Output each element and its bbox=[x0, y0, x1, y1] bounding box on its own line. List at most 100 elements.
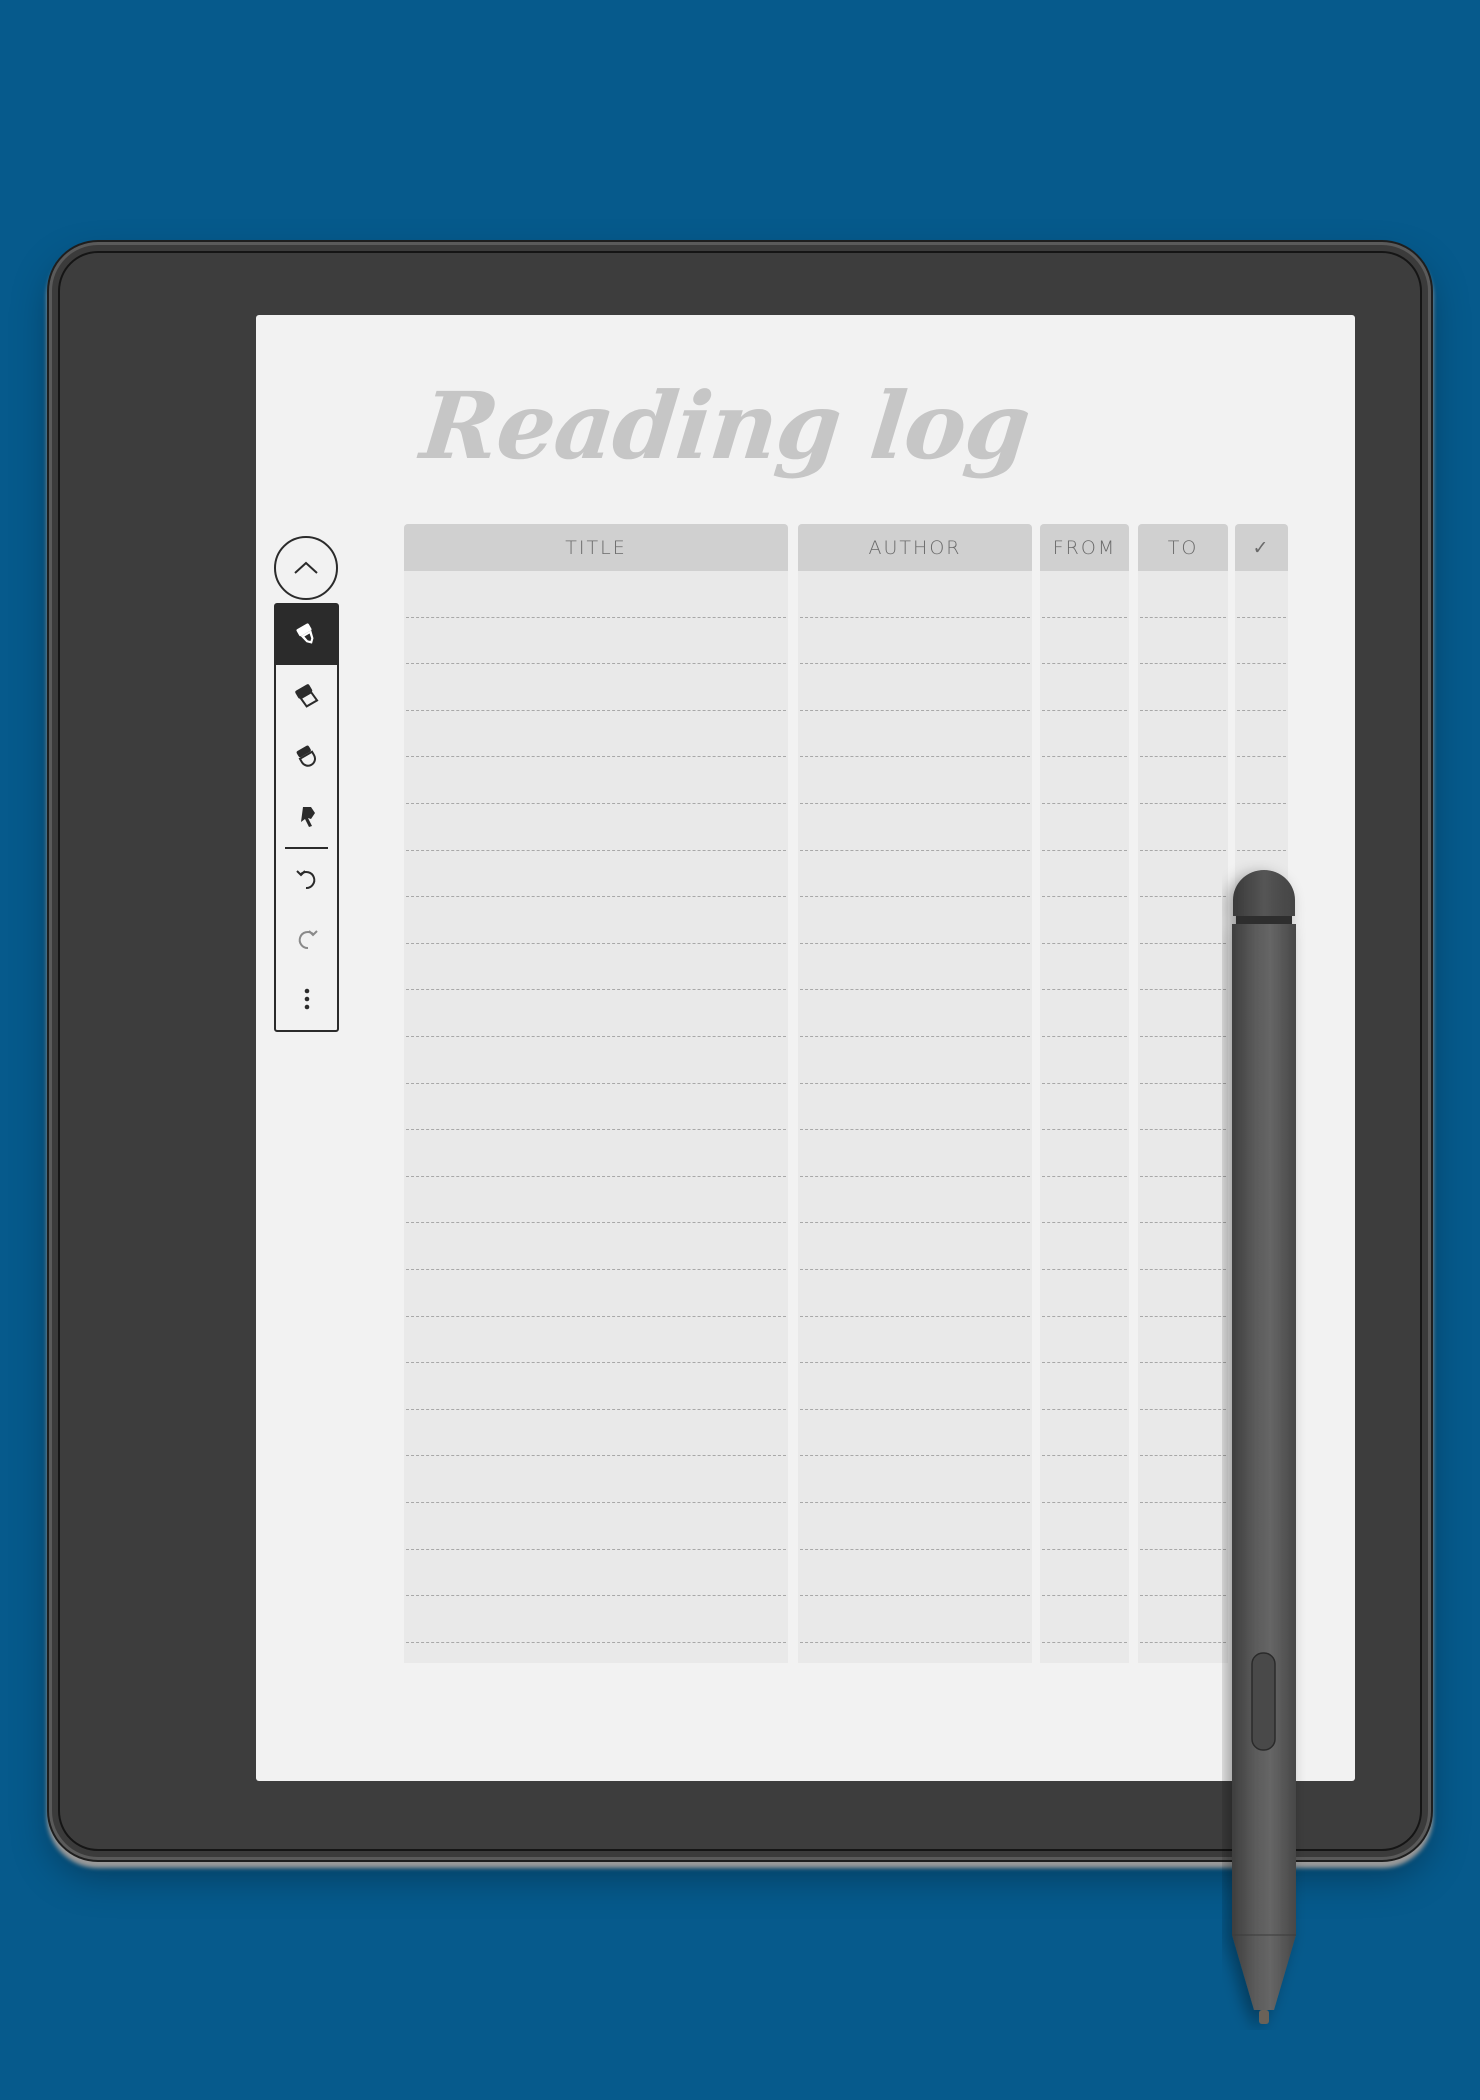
row-divider bbox=[1140, 1036, 1226, 1037]
row-divider bbox=[1042, 1222, 1127, 1224]
column-title: TITLE bbox=[404, 524, 788, 1663]
row-divider bbox=[800, 756, 1030, 758]
row-divider bbox=[1140, 1455, 1226, 1457]
row-divider bbox=[1140, 803, 1226, 804]
column-header-author: AUTHOR bbox=[798, 524, 1032, 571]
row-divider bbox=[800, 1222, 1030, 1224]
row-divider bbox=[1042, 1408, 1127, 1410]
row-divider bbox=[1042, 1175, 1127, 1177]
row-divider bbox=[800, 709, 1030, 711]
row-divider bbox=[1140, 1082, 1226, 1084]
row-divider bbox=[1140, 1595, 1226, 1597]
row-divider bbox=[1042, 989, 1127, 991]
stylus-side-button bbox=[1251, 1652, 1276, 1751]
row-divider bbox=[406, 1408, 786, 1410]
row-divider bbox=[1042, 849, 1127, 851]
row-divider bbox=[406, 989, 786, 991]
row-divider bbox=[406, 1502, 786, 1503]
row-divider bbox=[1042, 1362, 1127, 1364]
row-divider bbox=[1140, 1502, 1226, 1503]
column-body-from[interactable] bbox=[1040, 571, 1129, 1663]
more-vertical-icon bbox=[304, 988, 309, 1010]
row-divider bbox=[800, 942, 1030, 944]
row-divider bbox=[1042, 709, 1127, 711]
column-body-title[interactable] bbox=[404, 571, 788, 1663]
stylus-tip bbox=[1259, 2010, 1269, 2024]
row-divider bbox=[800, 1175, 1030, 1177]
row-divider bbox=[800, 616, 1030, 618]
row-divider bbox=[1140, 1548, 1226, 1550]
row-divider bbox=[1042, 1548, 1127, 1550]
row-divider bbox=[800, 1595, 1030, 1597]
row-divider bbox=[1140, 1641, 1226, 1643]
row-divider bbox=[1140, 989, 1226, 991]
row-divider bbox=[406, 1269, 786, 1270]
row-divider bbox=[1140, 663, 1226, 665]
row-divider bbox=[800, 1502, 1030, 1503]
highlighter-tool-button[interactable] bbox=[276, 667, 337, 727]
chevron-up-icon bbox=[294, 561, 318, 574]
row-divider bbox=[406, 1222, 786, 1224]
row-divider bbox=[800, 896, 1030, 898]
column-header-title: TITLE bbox=[404, 524, 788, 571]
redo-button[interactable] bbox=[276, 909, 337, 969]
row-divider bbox=[406, 616, 786, 618]
fountain-pen-icon bbox=[295, 623, 313, 644]
row-divider bbox=[406, 1362, 786, 1364]
row-divider bbox=[406, 1315, 786, 1317]
row-divider bbox=[1237, 663, 1286, 665]
row-divider bbox=[1140, 756, 1226, 758]
row-divider bbox=[1140, 896, 1226, 898]
column-header-done: ✓ bbox=[1235, 524, 1288, 571]
row-divider bbox=[406, 1641, 786, 1643]
undo-icon bbox=[295, 870, 315, 890]
row-divider bbox=[1237, 616, 1286, 618]
row-divider bbox=[1042, 1129, 1127, 1131]
eraser-tool-button[interactable] bbox=[276, 727, 337, 787]
row-divider bbox=[406, 1595, 786, 1597]
row-divider bbox=[1140, 1408, 1226, 1410]
row-divider bbox=[800, 849, 1030, 851]
row-divider bbox=[1140, 1315, 1226, 1317]
more-options-button[interactable] bbox=[276, 969, 337, 1029]
row-divider bbox=[1237, 709, 1286, 711]
page-title: Reading log bbox=[416, 372, 1035, 480]
stylus-eraser-cap bbox=[1233, 870, 1295, 916]
row-divider bbox=[800, 1362, 1030, 1364]
lasso-select-icon bbox=[300, 807, 315, 827]
pen-tool-button[interactable] bbox=[276, 605, 337, 665]
row-divider bbox=[1140, 1362, 1226, 1364]
row-divider bbox=[800, 1455, 1030, 1457]
row-divider bbox=[406, 803, 786, 804]
row-divider bbox=[406, 1129, 786, 1131]
row-divider bbox=[406, 709, 786, 711]
row-divider bbox=[406, 1455, 786, 1457]
column-body-author[interactable] bbox=[798, 571, 1032, 1663]
undo-button[interactable] bbox=[276, 849, 337, 909]
row-divider bbox=[800, 1036, 1030, 1037]
row-divider bbox=[1140, 1129, 1226, 1131]
column-body-to[interactable] bbox=[1138, 571, 1228, 1663]
row-divider bbox=[1042, 616, 1127, 618]
row-divider bbox=[1042, 1595, 1127, 1597]
redo-icon bbox=[298, 930, 318, 950]
row-divider bbox=[1042, 663, 1127, 665]
row-divider bbox=[1042, 803, 1127, 804]
row-divider bbox=[406, 756, 786, 758]
row-divider bbox=[1042, 896, 1127, 898]
lasso-select-tool-button[interactable] bbox=[276, 787, 337, 847]
row-divider bbox=[1042, 1082, 1127, 1084]
collapse-toolbar-button[interactable] bbox=[274, 536, 338, 600]
row-divider bbox=[406, 942, 786, 944]
stylus-body bbox=[1232, 924, 1296, 2010]
row-divider bbox=[1237, 756, 1286, 758]
eraser-icon bbox=[296, 745, 316, 767]
pen-toolbar bbox=[274, 603, 339, 1032]
row-divider bbox=[800, 1315, 1030, 1317]
column-header-from: FROM bbox=[1040, 524, 1129, 571]
stylus-pen bbox=[1232, 870, 1296, 2024]
row-divider bbox=[1042, 1269, 1127, 1270]
row-divider bbox=[1140, 616, 1226, 618]
row-divider bbox=[800, 989, 1030, 991]
row-divider bbox=[800, 1548, 1030, 1550]
